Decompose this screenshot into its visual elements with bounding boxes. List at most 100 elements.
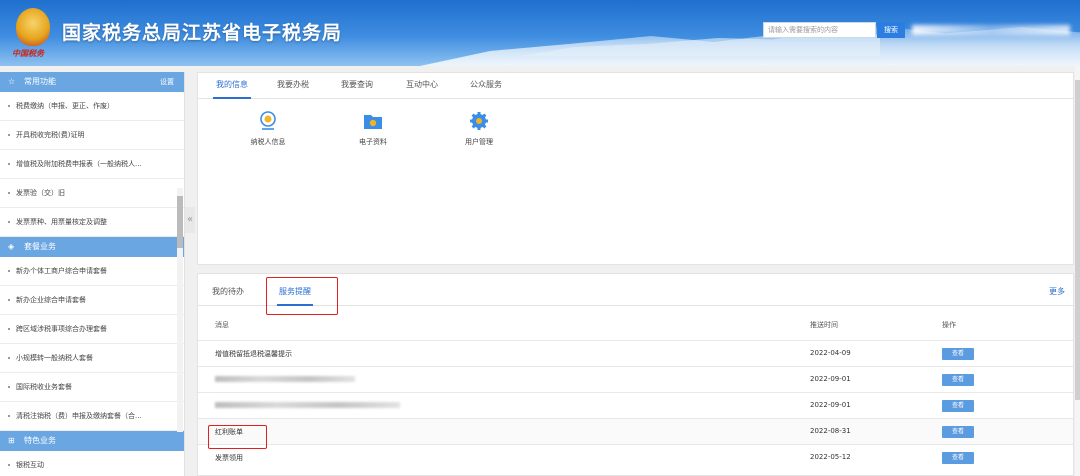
row-date: 2022-09-01 [810, 401, 851, 409]
sidebar-section-common[interactable]: ☆ 常用功能 设置 [0, 72, 184, 92]
notifications-panel: 我的待办 服务提醒 更多 消息 推送时间 操作 增值税留抵退税温馨提示 2022… [197, 273, 1074, 476]
bullet-icon [8, 415, 10, 417]
e-documents-icon [363, 111, 383, 131]
row-message: 发票领用 [215, 454, 243, 462]
sidebar-item[interactable]: 增值税及附加税费申报表（一般纳税人... [0, 150, 184, 179]
tab-public-service[interactable]: 公众服务 [470, 73, 502, 99]
sidebar-section-title: 套餐业务 [24, 242, 56, 251]
bullet-icon [8, 386, 10, 388]
redacted-text [215, 376, 355, 382]
sidebar-item[interactable]: 开具税收完税(费)证明 [0, 121, 184, 150]
star-icon: ☆ [8, 77, 16, 86]
layers-icon: ◈ [8, 242, 15, 251]
row-date: 2022-08-31 [810, 427, 851, 435]
bullet-icon [8, 464, 10, 466]
tab-my-info[interactable]: 我的信息 [213, 73, 251, 99]
bullet-icon [8, 299, 10, 301]
row-message-redacted [215, 401, 400, 409]
bullet-icon [8, 163, 10, 165]
sidebar-section-title: 常用功能 [24, 77, 56, 86]
sidebar-item-label: 国际税收业务套餐 [16, 383, 72, 391]
sidebar-item-label: 跨区域涉税事项综合办理套餐 [16, 325, 107, 333]
column-header-push-time: 推送时间 [810, 321, 838, 329]
user-management-icon [469, 111, 489, 131]
view-button[interactable]: 查看 [942, 374, 974, 386]
sidebar-section-packages[interactable]: ◈ 套餐业务 [0, 237, 184, 257]
search-button[interactable]: 搜索 [877, 22, 905, 38]
sidebar-item-label: 小规模转一般纳税人套餐 [16, 354, 93, 362]
tab-interaction[interactable]: 互动中心 [406, 73, 438, 99]
app-taxpayer-info[interactable]: 纳税人信息 [238, 111, 298, 147]
app-user-management[interactable]: 用户管理 [449, 111, 509, 147]
sidebar-section-special[interactable]: ⊞ 特色业务 [0, 431, 184, 451]
sidebar-item-label: 银税互动 [16, 461, 44, 469]
row-date: 2022-09-01 [810, 375, 851, 383]
sidebar-item-label: 发票票种、用票量核定及调整 [16, 218, 107, 226]
sidebar-item[interactable]: 小规模转一般纳税人套餐 [0, 344, 184, 373]
sidebar-item[interactable]: 发票票种、用票量核定及调整 [0, 208, 184, 237]
view-button[interactable]: 查看 [942, 426, 974, 438]
sidebar-item-label: 新办个体工商户综合申请套餐 [16, 267, 107, 275]
sidebar-item-label: 新办企业综合申请套餐 [16, 296, 86, 304]
sidebar-item-label: 开具税收完税(费)证明 [16, 131, 85, 139]
sidebar-item-label: 清税注销税（费）申报及缴纳套餐（合... [16, 412, 142, 420]
sidebar-item[interactable]: 跨区域涉税事项综合办理套餐 [0, 315, 184, 344]
table-row: 发票领用 2022-05-12 查看 [198, 444, 1073, 470]
collapse-sidebar-button[interactable]: « [185, 207, 195, 233]
tax-emblem-icon [16, 8, 50, 46]
tab-query[interactable]: 我要查询 [341, 73, 373, 99]
table-row: 红利账单 2022-08-31 查看 [198, 418, 1073, 444]
row-date: 2022-05-12 [810, 453, 851, 461]
bullet-icon [8, 328, 10, 330]
search-input[interactable]: 请输入需要搜索的内容 [763, 22, 876, 38]
row-message: 增值税留抵退税温馨提示 [215, 350, 292, 358]
bullet-icon [8, 105, 10, 107]
bullet-icon [8, 270, 10, 272]
sidebar-item[interactable]: 税费缴纳（申报、更正、作废） [0, 92, 184, 121]
emblem-text: 中国税务 [12, 49, 44, 58]
sidebar-item[interactable]: 银税互动 [0, 451, 184, 476]
app-e-documents[interactable]: 电子资料 [343, 111, 403, 147]
sidebar-item[interactable]: 清税注销税（费）申报及缴纳套餐（合... [0, 402, 184, 431]
view-button[interactable]: 查看 [942, 348, 974, 360]
grid-icon: ⊞ [8, 436, 15, 445]
view-button[interactable]: 查看 [942, 452, 974, 464]
site-header: 中国税务 国家税务总局江苏省电子税务局 请输入需要搜索的内容 搜索 [0, 0, 1080, 66]
sidebar-item-label: 增值税及附加税费申报表（一般纳税人... [16, 160, 142, 168]
view-button[interactable]: 查看 [942, 400, 974, 412]
app-label: 电子资料 [359, 138, 387, 146]
column-header-message: 消息 [215, 321, 229, 329]
more-link[interactable]: 更多 [1049, 286, 1065, 297]
bullet-icon [8, 192, 10, 194]
bullet-icon [8, 134, 10, 136]
my-info-panel: 我的信息 我要办税 我要查询 互动中心 公众服务 纳税人信息 电子资料 用户管理 [197, 72, 1074, 265]
sidebar-item-label: 发票验（交）旧 [16, 189, 65, 197]
highlight-box-tab [266, 277, 338, 315]
table-row: 2022-09-01 查看 [198, 366, 1073, 392]
sidebar-scrollbar-thumb[interactable] [177, 196, 183, 248]
sidebar: ☆ 常用功能 设置 税费缴纳（申报、更正、作废） 开具税收完税(费)证明 增值税及… [0, 72, 185, 476]
sidebar-item-label: 税费缴纳（申报、更正、作废） [16, 102, 114, 110]
taxpayer-info-icon [258, 111, 278, 131]
sidebar-item[interactable]: 新办个体工商户综合申请套餐 [0, 257, 184, 286]
sidebar-section-title: 特色业务 [24, 436, 56, 445]
table-row: 2022-09-01 查看 [198, 392, 1073, 418]
sidebar-item[interactable]: 发票验（交）旧 [0, 179, 184, 208]
redacted-text [215, 402, 400, 408]
tab-my-todo[interactable]: 我的待办 [212, 280, 244, 306]
sidebar-item[interactable]: 新办企业综合申请套餐 [0, 286, 184, 315]
page-scrollbar-thumb[interactable] [1075, 80, 1080, 400]
site-title: 国家税务总局江苏省电子税务局 [62, 22, 343, 44]
column-header-action: 操作 [942, 321, 956, 329]
highlight-box-row [208, 425, 267, 449]
user-info-redacted [912, 25, 1070, 35]
tab-handle-tax[interactable]: 我要办税 [277, 73, 309, 99]
table-row: 增值税留抵退税温馨提示 2022-04-09 查看 [198, 340, 1073, 366]
sidebar-item[interactable]: 国际税收业务套餐 [0, 373, 184, 402]
bullet-icon [8, 357, 10, 359]
bullet-icon [8, 221, 10, 223]
row-date: 2022-04-09 [810, 349, 851, 357]
settings-link[interactable]: 设置 [160, 72, 174, 92]
row-message-redacted [215, 375, 355, 383]
main-tabs: 我的信息 我要办税 我要查询 互动中心 公众服务 [198, 73, 1073, 99]
